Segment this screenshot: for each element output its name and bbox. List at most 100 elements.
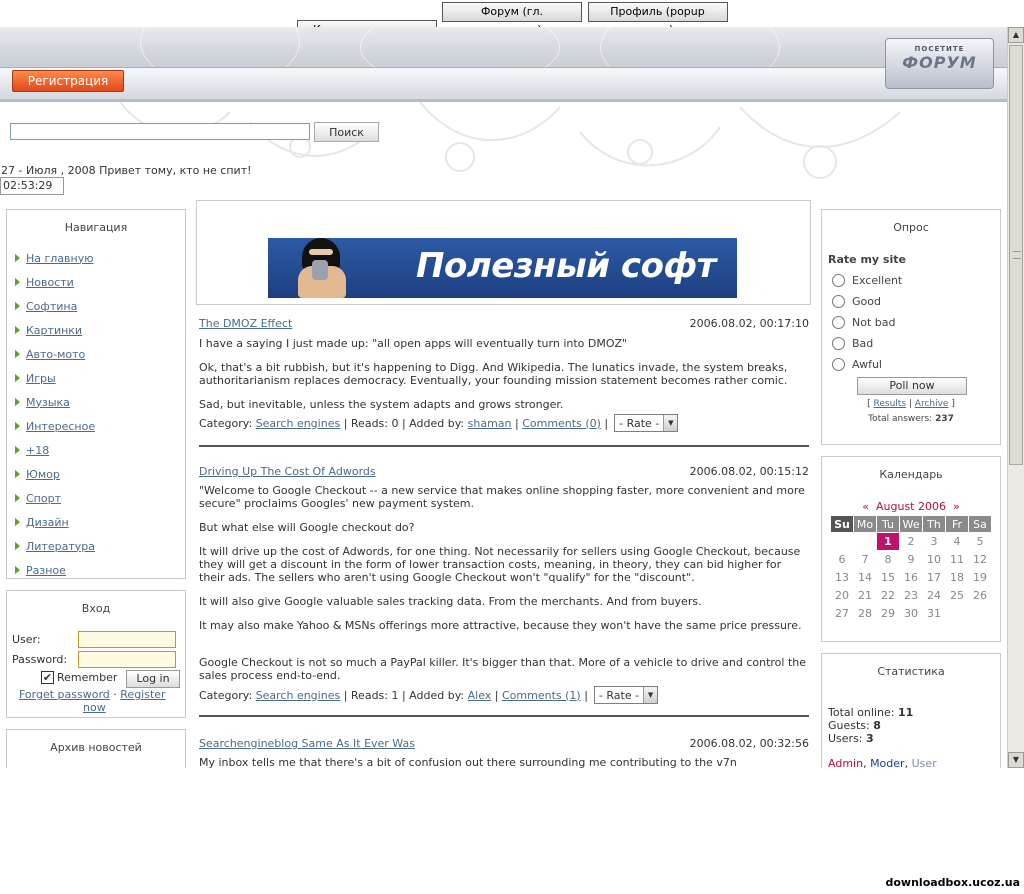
- nav-link[interactable]: Музыка: [26, 396, 70, 409]
- poll-results-link[interactable]: Results: [874, 399, 907, 409]
- register-button[interactable]: Регистрация: [12, 70, 124, 92]
- nav-link[interactable]: Дизайн: [26, 516, 69, 529]
- comments-link[interactable]: Comments (0): [522, 417, 601, 430]
- nav-item[interactable]: На главную: [15, 246, 185, 270]
- calendar-day[interactable]: 3: [923, 533, 945, 550]
- nav-item[interactable]: Софтина: [15, 294, 185, 318]
- radio-button[interactable]: [832, 274, 845, 287]
- radio-button[interactable]: [832, 337, 845, 350]
- calendar-day[interactable]: 24: [923, 587, 945, 604]
- remember-checkbox[interactable]: ✔: [41, 671, 54, 684]
- nav-item[interactable]: Спорт: [15, 486, 185, 510]
- poll-submit-button[interactable]: Poll now: [857, 377, 967, 395]
- poll-option[interactable]: Bad: [832, 337, 873, 350]
- search-input[interactable]: [10, 123, 310, 140]
- calendar-prev-link[interactable]: «: [862, 500, 869, 513]
- calendar-day[interactable]: 20: [831, 587, 853, 604]
- vertical-scrollbar[interactable]: ▲ ▼: [1007, 27, 1024, 768]
- calendar-day[interactable]: 6: [831, 551, 853, 568]
- calendar-day[interactable]: 11: [946, 551, 968, 568]
- nav-item[interactable]: Авто-мото: [15, 342, 185, 366]
- banner-image[interactable]: Полезный софт: [268, 238, 737, 298]
- calendar-day[interactable]: 21: [854, 587, 876, 604]
- calendar-day[interactable]: 9: [900, 551, 922, 568]
- poll-option[interactable]: Good: [832, 295, 881, 308]
- profile-popup-button[interactable]: Профиль (popup окно): [587, 2, 728, 36]
- calendar-day[interactable]: 23: [900, 587, 922, 604]
- nav-link[interactable]: Софтина: [26, 300, 77, 313]
- calendar-day[interactable]: 27: [831, 605, 853, 622]
- nav-link[interactable]: +18: [26, 444, 49, 457]
- post-title-link[interactable]: Driving Up The Cost Of Adwords: [199, 465, 376, 478]
- calendar-day[interactable]: 2: [900, 533, 922, 550]
- search-button[interactable]: Поиск: [314, 122, 379, 142]
- radio-button[interactable]: [832, 295, 845, 308]
- nav-item[interactable]: Интересное: [15, 414, 185, 438]
- radio-button[interactable]: [832, 358, 845, 371]
- nav-link[interactable]: Новости: [26, 276, 74, 289]
- calendar-day[interactable]: 25: [946, 587, 968, 604]
- calendar-day[interactable]: 8: [877, 551, 899, 568]
- poll-archive-link[interactable]: Archive: [915, 399, 949, 409]
- login-button[interactable]: Log in: [126, 670, 180, 688]
- calendar-next-link[interactable]: »: [953, 500, 960, 513]
- rate-select[interactable]: - Rate - ▼: [593, 686, 659, 704]
- calendar-day[interactable]: 10: [923, 551, 945, 568]
- nav-item[interactable]: Литература: [15, 534, 185, 558]
- calendar-day[interactable]: 26: [969, 587, 991, 604]
- forum-logo[interactable]: ПОСЕТИТЕ ФОРУМ: [885, 38, 994, 89]
- post-title-link[interactable]: The DMOZ Effect: [199, 317, 292, 330]
- category-link[interactable]: Search engines: [256, 689, 341, 702]
- nav-link[interactable]: Картинки: [26, 324, 82, 337]
- nav-link[interactable]: Литература: [26, 540, 95, 553]
- post-title-link[interactable]: Searchengineblog Same As It Ever Was: [199, 737, 415, 750]
- calendar-day[interactable]: 12: [969, 551, 991, 568]
- calendar-day[interactable]: 30: [900, 605, 922, 622]
- author-link[interactable]: shaman: [468, 417, 512, 430]
- nav-item[interactable]: Музыка: [15, 390, 185, 414]
- calendar-day[interactable]: 16: [900, 569, 922, 586]
- calendar-day[interactable]: 4: [946, 533, 968, 550]
- password-field[interactable]: [78, 651, 176, 668]
- nav-item[interactable]: Новости: [15, 270, 185, 294]
- calendar-day[interactable]: 22: [877, 587, 899, 604]
- calendar-day[interactable]: 1: [877, 533, 899, 550]
- nav-link[interactable]: Авто-мото: [26, 348, 85, 361]
- scroll-up-icon[interactable]: ▲: [1008, 27, 1024, 43]
- comments-link[interactable]: Comments (1): [502, 689, 581, 702]
- forgot-password-link[interactable]: Forget password: [19, 688, 110, 701]
- forum-main-button[interactable]: Форум (гл. страница): [442, 2, 582, 36]
- category-link[interactable]: Search engines: [256, 417, 341, 430]
- nav-item[interactable]: Юмор: [15, 462, 185, 486]
- nav-link[interactable]: Интересное: [26, 420, 95, 433]
- nav-item[interactable]: +18: [15, 438, 185, 462]
- radio-button[interactable]: [832, 316, 845, 329]
- poll-option[interactable]: Not bad: [832, 316, 895, 329]
- nav-item[interactable]: Разное: [15, 558, 185, 582]
- calendar-day[interactable]: 31: [923, 605, 945, 622]
- poll-option[interactable]: Awful: [832, 358, 882, 371]
- nav-item[interactable]: Картинки: [15, 318, 185, 342]
- calendar-day[interactable]: 13: [831, 569, 853, 586]
- nav-link[interactable]: Юмор: [26, 468, 60, 481]
- register-now-link-line2[interactable]: now: [83, 701, 106, 714]
- nav-link[interactable]: Игры: [26, 372, 56, 385]
- poll-option[interactable]: Excellent: [832, 274, 902, 287]
- calendar-day[interactable]: 14: [854, 569, 876, 586]
- calendar-day[interactable]: 7: [854, 551, 876, 568]
- calendar-day[interactable]: 18: [946, 569, 968, 586]
- nav-item[interactable]: Дизайн: [15, 510, 185, 534]
- calendar-day[interactable]: 15: [877, 569, 899, 586]
- nav-link[interactable]: Спорт: [26, 492, 61, 505]
- nav-link[interactable]: На главную: [26, 252, 94, 265]
- calendar-day[interactable]: 29: [877, 605, 899, 622]
- scrollbar-thumb[interactable]: [1009, 45, 1023, 465]
- calendar-day[interactable]: 19: [969, 569, 991, 586]
- calendar-day[interactable]: 17: [923, 569, 945, 586]
- author-link[interactable]: Alex: [468, 689, 492, 702]
- rate-select[interactable]: - Rate - ▼: [614, 414, 679, 432]
- calendar-day[interactable]: 5: [969, 533, 991, 550]
- nav-link[interactable]: Разное: [26, 564, 66, 577]
- register-now-link[interactable]: Register: [120, 688, 165, 701]
- scroll-down-icon[interactable]: ▼: [1008, 752, 1024, 768]
